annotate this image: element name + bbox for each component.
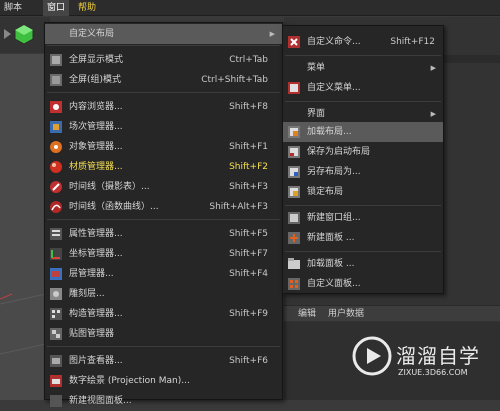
menu-separator (285, 55, 441, 56)
submenu-item-new-window-group[interactable]: 新建窗口组... (283, 208, 443, 228)
menu-separator (47, 346, 280, 347)
timeline-fcurve-icon (49, 200, 63, 214)
menu-item-sculpt-layers[interactable]: 雕刻层... (45, 284, 282, 304)
menu-item-picture-viewer[interactable]: 图片查看器... Shift+F6 (45, 351, 282, 371)
attributes-bar: 编辑 用户数据 (284, 305, 500, 321)
coordinate-manager-icon (49, 247, 63, 261)
load-panel-icon (287, 257, 301, 271)
menu-item-timeline-fcurve[interactable]: 时间线（函数曲线）... Shift+Alt+F3 (45, 197, 282, 217)
chevron-right-icon: ▶ (269, 30, 275, 38)
take-manager-icon (49, 120, 63, 134)
custom-layout-submenu: 自定义命令... Shift+F12 菜单 ▶ 自定义菜单... 界面 ▶ 加载… (282, 25, 444, 294)
submenu-item-custom-menus[interactable]: 自定义菜单... (283, 78, 443, 98)
content-browser-icon (49, 100, 63, 114)
submenu-item-load-layout[interactable]: 加载布局... (283, 122, 443, 142)
menu-bar: 脚本 窗口 帮助 (0, 0, 500, 16)
menu-item-material-manager[interactable]: 材质管理器... Shift+F2 (45, 157, 282, 177)
load-layout-icon (287, 125, 301, 139)
new-view-panel-icon (49, 394, 63, 408)
viewport-grid (0, 293, 47, 355)
watermark-title: 溜溜自学 (396, 344, 480, 368)
fullscreen-icon (49, 53, 63, 67)
submenu-item-save-startup-layout[interactable]: 保存为启动布局 (283, 142, 443, 162)
menu-item-object-manager[interactable]: 对象管理器... Shift+F1 (45, 137, 282, 157)
sculpt-layers-icon (49, 287, 63, 301)
menu-window[interactable]: 窗口 (43, 0, 70, 16)
menu-separator (47, 92, 280, 93)
structure-manager-icon (49, 307, 63, 321)
layer-manager-icon (49, 267, 63, 281)
menu-separator (47, 45, 280, 46)
fullscreen-group-icon (49, 73, 63, 87)
lock-layout-icon (287, 185, 301, 199)
submenu-item-interface[interactable]: 界面 ▶ (283, 104, 443, 124)
tool-arrow-icon[interactable] (2, 23, 12, 45)
object-manager-icon (49, 140, 63, 154)
attribute-manager-icon (49, 227, 63, 241)
menu-separator (285, 205, 441, 206)
texture-manager-icon (49, 327, 63, 341)
save-layout-as-icon (287, 165, 301, 179)
menu-item-custom-layout[interactable]: 自定义布局 ▶ (45, 24, 282, 44)
new-panel-icon (287, 231, 301, 245)
menu-item-coordinate-manager[interactable]: 坐标管理器... Shift+F7 (45, 244, 282, 264)
material-manager-icon (49, 160, 63, 174)
custom-panel-icon (287, 277, 301, 291)
submenu-item-save-layout-as[interactable]: 另存布局为... (283, 162, 443, 182)
window-menu: 自定义布局 ▶ 全屏显示模式 Ctrl+Tab 全屏(组)模式 Ctrl+Shi… (44, 22, 283, 407)
projection-man-icon (49, 374, 63, 388)
watermark-subtitle: ZIXUE.3D66.COM (398, 368, 468, 377)
menu-separator (47, 219, 280, 220)
menu-separator (285, 251, 441, 252)
timeline-dopesheet-icon (49, 180, 63, 194)
menu-item-layer-manager[interactable]: 层管理器... Shift+F4 (45, 264, 282, 284)
submenu-item-custom-commands[interactable]: 自定义命令... Shift+F12 (283, 32, 443, 52)
save-startup-layout-icon (287, 145, 301, 159)
menu-item-timeline-dopesheet[interactable]: 时间线（摄影表）... Shift+F3 (45, 177, 282, 197)
menu-script[interactable]: 脚本 (0, 0, 26, 16)
menu-help[interactable]: 帮助 (74, 0, 100, 16)
menu-separator (285, 101, 441, 102)
chevron-right-icon: ▶ (430, 110, 436, 118)
menu-item-texture-manager[interactable]: 贴图管理器 (45, 324, 282, 344)
new-window-group-icon (287, 211, 301, 225)
menu-item-content-browser[interactable]: 内容浏览器... Shift+F8 (45, 97, 282, 117)
menu-item-fullscreen[interactable]: 全屏显示模式 Ctrl+Tab (45, 50, 282, 70)
submenu-item-lock-layout[interactable]: 锁定布局 (283, 182, 443, 202)
menu-item-take-manager[interactable]: 场次管理器... (45, 117, 282, 137)
custom-menus-icon (287, 81, 301, 95)
submenu-item-menus[interactable]: 菜单 ▶ (283, 58, 443, 78)
watermark-logo (352, 336, 392, 376)
submenu-item-custom-panel[interactable]: 自定义面板... (283, 274, 443, 294)
attr-edit[interactable]: 编辑 (298, 306, 316, 322)
custom-commands-icon (287, 35, 301, 49)
chevron-right-icon: ▶ (430, 64, 436, 72)
submenu-item-load-panel[interactable]: 加载面板 ... (283, 254, 443, 274)
menu-item-structure-manager[interactable]: 构造管理器... Shift+F9 (45, 304, 282, 324)
attr-user-data[interactable]: 用户数据 (328, 306, 364, 322)
picture-viewer-icon (49, 354, 63, 368)
submenu-item-new-panel[interactable]: 新建面板 ... (283, 228, 443, 248)
right-panel-tab (444, 55, 500, 63)
menu-item-fullscreen-group[interactable]: 全屏(组)模式 Ctrl+Shift+Tab (45, 70, 282, 90)
menu-item-attribute-manager[interactable]: 属性管理器... Shift+F5 (45, 224, 282, 244)
cube-primitive-icon[interactable] (13, 23, 35, 45)
viewport[interactable] (0, 54, 47, 400)
menu-item-projection-man[interactable]: 数字绘景 (Projection Man)... (45, 371, 282, 391)
toolbar (0, 17, 50, 53)
